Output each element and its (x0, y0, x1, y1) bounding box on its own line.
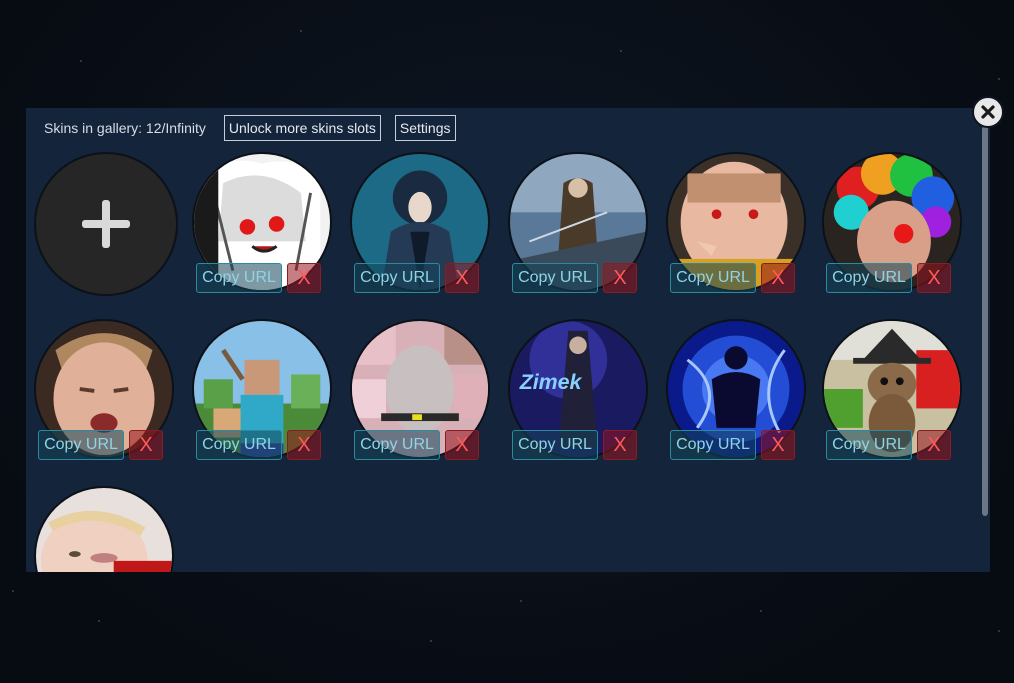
copy-url-button[interactable]: Copy URL (512, 430, 598, 460)
plus-icon (82, 200, 130, 248)
gallery-toolbar: Skins in gallery: 12/Infinity Unlock mor… (44, 114, 456, 142)
skin-tile: Copy URL X (192, 319, 332, 460)
skin-tile: Copy URL X (822, 152, 962, 293)
delete-skin-button[interactable]: X (445, 430, 479, 460)
copy-url-button[interactable]: Copy URL (354, 430, 440, 460)
skin-tile (34, 486, 174, 572)
skin-tile: Copy URL X (350, 152, 490, 293)
copy-url-button[interactable]: Copy URL (512, 263, 598, 293)
skin-gallery-panel: Skins in gallery: 12/Infinity Unlock mor… (26, 108, 990, 572)
star (620, 50, 622, 52)
scrollbar[interactable] (982, 126, 988, 516)
star (12, 590, 14, 592)
star (300, 30, 302, 32)
delete-skin-button[interactable]: X (445, 263, 479, 293)
copy-url-button[interactable]: Copy URL (354, 263, 440, 293)
star (430, 640, 432, 642)
star (520, 600, 522, 602)
copy-url-button[interactable]: Copy URL (826, 263, 912, 293)
skin-tile: Copy URL X (822, 319, 962, 460)
skin-tile: Copy URL X (350, 319, 490, 460)
add-skin-button[interactable] (34, 152, 178, 296)
star (98, 620, 100, 622)
delete-skin-button[interactable]: X (603, 263, 637, 293)
copy-url-button[interactable]: Copy URL (670, 263, 756, 293)
skin-tile: Copy URL X (666, 319, 806, 460)
star (998, 630, 1000, 632)
skin-tile: Copy URL X (192, 152, 332, 293)
delete-skin-button[interactable]: X (603, 430, 637, 460)
delete-skin-button[interactable]: X (287, 263, 321, 293)
skin-tile: Copy URL X (508, 152, 648, 293)
delete-skin-button[interactable]: X (917, 430, 951, 460)
star (80, 60, 82, 62)
skin-image (34, 486, 174, 572)
star (998, 78, 1000, 80)
delete-skin-button[interactable]: X (761, 263, 795, 293)
close-icon (981, 105, 995, 119)
copy-url-button[interactable]: Copy URL (670, 430, 756, 460)
delete-skin-button[interactable]: X (761, 430, 795, 460)
delete-skin-button[interactable]: X (917, 263, 951, 293)
copy-url-button[interactable]: Copy URL (196, 263, 282, 293)
delete-skin-button[interactable]: X (129, 430, 163, 460)
close-button[interactable] (972, 96, 1004, 128)
star (760, 610, 762, 612)
settings-button[interactable]: Settings (394, 115, 456, 141)
skin-tile: Zimek Copy URL X (508, 319, 648, 460)
copy-url-button[interactable]: Copy URL (826, 430, 912, 460)
svg-text:Zimek: Zimek (519, 370, 583, 394)
unlock-slots-button[interactable]: Unlock more skins slots (223, 115, 381, 141)
skin-tile: Copy URL X (34, 319, 174, 460)
delete-skin-button[interactable]: X (287, 430, 321, 460)
skin-tile: Copy URL X (666, 152, 806, 293)
skins-count-text: Skins in gallery: 12/Infinity (44, 120, 206, 136)
copy-url-button[interactable]: Copy URL (196, 430, 282, 460)
copy-url-button[interactable]: Copy URL (38, 430, 124, 460)
